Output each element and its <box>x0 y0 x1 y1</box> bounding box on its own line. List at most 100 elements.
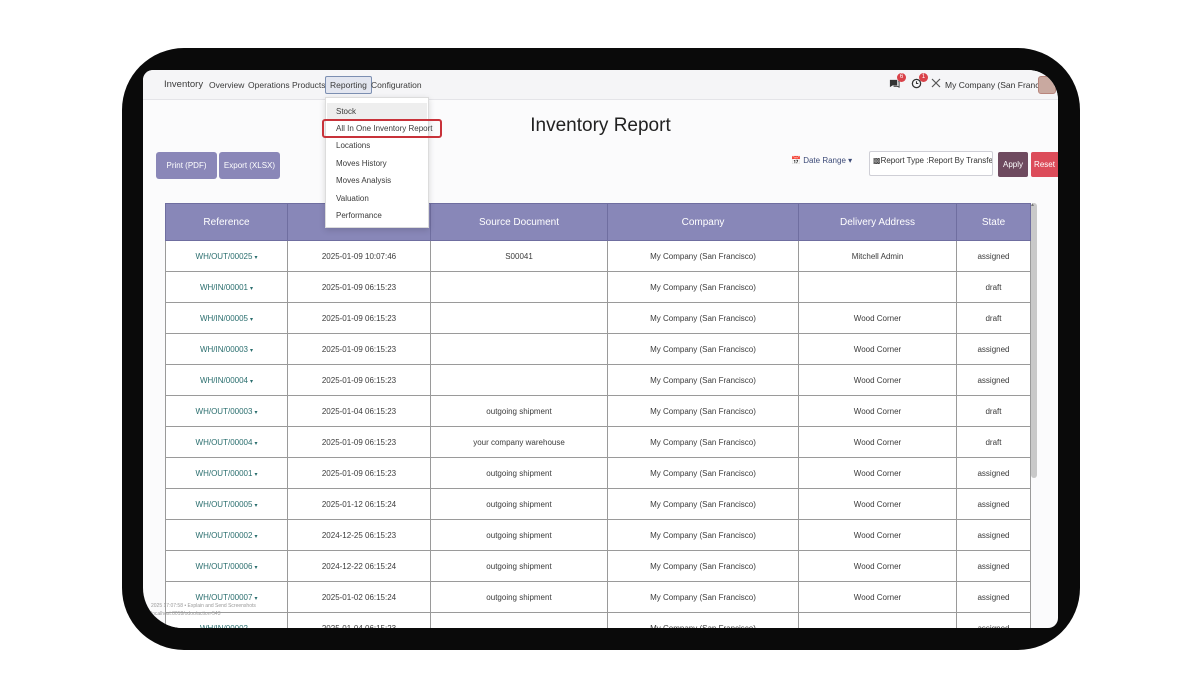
cell-state: assigned <box>956 364 1031 396</box>
reference-link[interactable]: WH/IN/00002 <box>200 624 248 629</box>
cell-delivery-address: Wood Corner <box>798 426 957 458</box>
chat-icon[interactable]: 6 <box>889 73 906 92</box>
user-avatar[interactable] <box>1038 76 1056 94</box>
dropdown-item-valuation[interactable]: Valuation <box>336 194 369 203</box>
caret-down-icon[interactable]: ▾ <box>250 286 253 292</box>
app-screen: Inventory Overview Operations Products R… <box>143 70 1058 628</box>
cell-reference[interactable]: WH/OUT/00003 ▾ <box>165 395 288 427</box>
caret-down-icon[interactable]: ▾ <box>254 441 257 447</box>
export-xlsx-button[interactable]: Export (XLSX) <box>219 152 280 179</box>
cell-source-document <box>430 364 608 396</box>
menu-reporting[interactable]: Reporting <box>325 76 372 94</box>
report-icon: ▩ <box>873 156 881 165</box>
table-row[interactable]: WH/IN/00003 ▾ 2025-01-09 06:15:23 My Compan… <box>165 333 1031 365</box>
reference-link[interactable]: WH/OUT/00001 <box>196 469 253 478</box>
table-row[interactable]: WH/IN/00004 ▾ 2025-01-09 06:15:23 My Compan… <box>165 364 1031 396</box>
page-title: Inventory Report <box>530 115 671 136</box>
table-row[interactable]: WH/IN/00002▾ 2025-01-04 06:15:23 My Compan… <box>165 612 1031 629</box>
cell-reference[interactable]: WH/IN/00001 ▾ <box>165 271 288 303</box>
table-row[interactable]: WH/OUT/00006 ▾ 2024-12-22 06:15:24 outgoing… <box>165 550 1031 582</box>
caret-down-icon[interactable]: ▾ <box>254 596 257 602</box>
cell-reference[interactable]: WH/OUT/00002 ▾ <box>165 519 288 551</box>
table-scrollbar[interactable] <box>1031 203 1037 478</box>
reference-link[interactable]: WH/OUT/00002 <box>196 531 253 540</box>
reference-link[interactable]: WH/OUT/00007 <box>196 593 253 602</box>
app-name[interactable]: Inventory <box>164 79 203 90</box>
print-pdf-button[interactable]: Print (PDF) <box>156 152 217 179</box>
column-header-reference[interactable]: Reference <box>165 203 288 241</box>
dropdown-item-moves-history[interactable]: Moves History <box>336 159 387 168</box>
dropdown-item-stock[interactable]: Stock <box>336 107 356 116</box>
menu-configuration[interactable]: Configuration <box>371 80 422 90</box>
reference-link[interactable]: WH/OUT/00004 <box>196 438 253 447</box>
dropdown-item-locations[interactable]: Locations <box>336 141 370 150</box>
table-row[interactable]: WH/OUT/00004 ▾ 2025-01-09 06:15:23 your com… <box>165 426 1031 458</box>
cell-reference[interactable]: WH/OUT/00004 ▾ <box>165 426 288 458</box>
cell-reference[interactable]: WH/IN/00005 ▾ <box>165 302 288 334</box>
caret-down-icon[interactable]: ▾ <box>254 534 257 540</box>
cell-state: assigned <box>956 581 1031 613</box>
cell-state: assigned <box>956 457 1031 489</box>
date-range-dropdown[interactable]: 📅 Date Range ▾ <box>791 156 852 165</box>
caret-down-icon[interactable]: ▾ <box>250 348 253 354</box>
table-row[interactable]: WH/IN/00001 ▾ 2025-01-09 06:15:23 My Compan… <box>165 271 1031 303</box>
caret-down-icon[interactable]: ▾ <box>250 379 253 385</box>
cell-date: 2025-01-09 06:15:23 <box>287 457 431 489</box>
caret-down-icon[interactable]: ▾ <box>254 503 257 509</box>
menu-products[interactable]: Products <box>292 80 326 90</box>
cell-reference[interactable]: WH/IN/00004 ▾ <box>165 364 288 396</box>
top-navbar: Inventory Overview Operations Products R… <box>143 70 1058 100</box>
column-header-delivery-address[interactable]: Delivery Address <box>798 203 957 241</box>
cell-delivery-address: Wood Corner <box>798 550 957 582</box>
reference-link[interactable]: WH/IN/00003 <box>200 345 248 354</box>
table-row[interactable]: WH/OUT/00001 ▾ 2025-01-09 06:15:23 outgoing… <box>165 457 1031 489</box>
menu-overview[interactable]: Overview <box>209 80 244 90</box>
cell-date: 2024-12-25 06:15:23 <box>287 519 431 551</box>
cell-source-document: outgoing shipment <box>430 581 608 613</box>
cell-reference[interactable]: WH/OUT/00006 ▾ <box>165 550 288 582</box>
reference-link[interactable]: WH/OUT/00006 <box>196 562 253 571</box>
table-row[interactable]: WH/OUT/00007 ▾ 2025-01-02 06:15:24 outgoing… <box>165 581 1031 613</box>
cell-reference[interactable]: WH/OUT/00025 ▾ <box>165 240 288 272</box>
scroll-up-arrow-icon[interactable]: ▲ <box>1030 202 1035 208</box>
reference-link[interactable]: WH/IN/00001 <box>200 283 248 292</box>
reference-link[interactable]: WH/IN/00004 <box>200 376 248 385</box>
cell-delivery-address: Mitchell Admin <box>798 240 957 272</box>
menu-operations[interactable]: Operations <box>248 80 290 90</box>
table-row[interactable]: WH/IN/00005 ▾ 2025-01-09 06:15:23 My Compan… <box>165 302 1031 334</box>
table-row[interactable]: WH/OUT/00003 ▾ 2025-01-04 06:15:23 outgoing… <box>165 395 1031 427</box>
reference-link[interactable]: WH/OUT/00005 <box>196 500 253 509</box>
table-row[interactable]: WH/OUT/00025 ▾ 2025-01-09 10:07:46 S00041 My… <box>165 240 1031 272</box>
dropdown-item-moves-analysis[interactable]: Moves Analysis <box>336 176 391 185</box>
cell-source-document <box>430 333 608 365</box>
reference-link[interactable]: WH/OUT/00003 <box>196 407 253 416</box>
table-row[interactable]: WH/OUT/00002 ▾ 2024-12-25 06:15:23 outgoing… <box>165 519 1031 551</box>
caret-down-icon[interactable]: ▾ <box>250 627 253 629</box>
cell-source-document: outgoing shipment <box>430 550 608 582</box>
caret-down-icon[interactable]: ▾ <box>254 410 257 416</box>
column-header-company[interactable]: Company <box>607 203 799 241</box>
caret-down-icon[interactable]: ▾ <box>254 255 257 261</box>
column-header-state[interactable]: State <box>956 203 1031 241</box>
reporting-dropdown-menu: Stock All In One Inventory Report Locati… <box>325 97 433 228</box>
reset-button[interactable]: Reset <box>1031 152 1058 177</box>
cell-reference[interactable]: WH/OUT/00005 ▾ <box>165 488 288 520</box>
cell-reference[interactable]: WH/IN/00003 ▾ <box>165 333 288 365</box>
cell-delivery-address: Wood Corner <box>798 395 957 427</box>
dropdown-item-performance[interactable]: Performance <box>336 211 382 220</box>
reference-link[interactable]: WH/OUT/00025 <box>196 252 253 261</box>
caret-down-icon[interactable]: ▾ <box>250 317 253 323</box>
caret-down-icon[interactable]: ▾ <box>254 565 257 571</box>
tools-icon[interactable] <box>931 78 941 91</box>
activity-clock-icon[interactable]: 1 <box>911 73 928 92</box>
cell-company: My Company (San Francisco) <box>607 426 799 458</box>
cell-state: assigned <box>956 550 1031 582</box>
cell-reference[interactable]: WH/OUT/00001 ▾ <box>165 457 288 489</box>
apply-button[interactable]: Apply <box>998 152 1028 177</box>
reference-link[interactable]: WH/IN/00005 <box>200 314 248 323</box>
column-header-source-document[interactable]: Source Document <box>430 203 608 241</box>
report-type-select[interactable]: ▩Report Type :Report By Transfers <box>869 151 993 176</box>
table-row[interactable]: WH/OUT/00005 ▾ 2025-01-12 06:15:24 outgoing… <box>165 488 1031 520</box>
caret-down-icon[interactable]: ▾ <box>254 472 257 478</box>
cell-state: assigned <box>956 612 1031 628</box>
